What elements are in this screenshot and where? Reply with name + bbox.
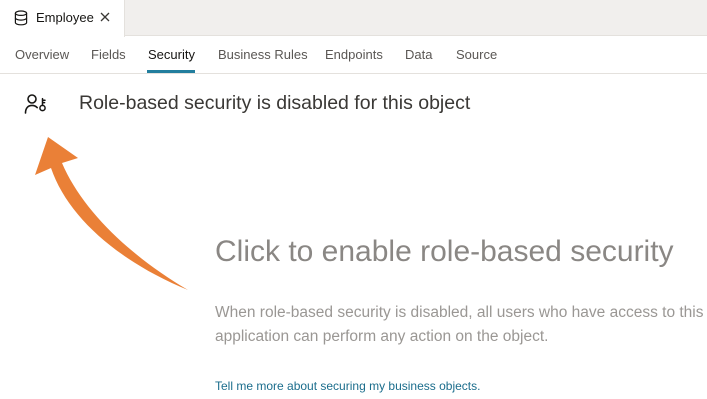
tab-fields[interactable]: Fields (91, 47, 126, 63)
tab-overview[interactable]: Overview (15, 47, 69, 63)
database-icon (14, 10, 28, 26)
close-icon[interactable] (100, 12, 110, 22)
security-page: Employee Overview Fields Security Busine… (0, 0, 707, 399)
tab-endpoints[interactable]: Endpoints (325, 47, 383, 63)
active-tab-indicator (147, 70, 195, 73)
object-subnav: Overview Fields Security Business Rules … (0, 37, 707, 74)
enable-role-security-button[interactable]: Click to enable role-based security (215, 233, 674, 271)
tab-business-rules[interactable]: Business Rules (218, 47, 308, 63)
document-tab-employee[interactable]: Employee (0, 0, 125, 37)
role-security-icon (24, 94, 46, 114)
tab-source[interactable]: Source (456, 47, 497, 63)
enable-role-security-description: When role-based security is disabled, al… (215, 304, 704, 345)
security-status-heading: Role-based security is disabled for this… (79, 92, 471, 114)
learn-more-link[interactable]: Tell me more about securing my business … (215, 378, 480, 394)
document-tab-strip: Employee (0, 0, 707, 37)
document-tab-label: Employee (36, 10, 94, 25)
tab-security[interactable]: Security (148, 47, 195, 63)
tab-data[interactable]: Data (405, 47, 432, 63)
